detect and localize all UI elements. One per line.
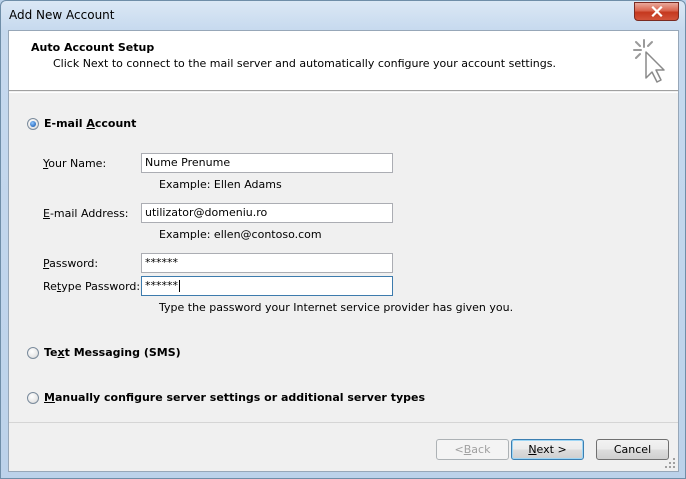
email-account-label: E-mail Account [44,117,137,130]
email-account-radio[interactable] [27,117,39,130]
retype-password-value: ****** [145,279,178,292]
text-messaging-label: Text Messaging (SMS) [44,346,181,359]
retype-password-input[interactable]: ****** [141,276,393,296]
resize-grip-icon[interactable] [664,457,676,469]
next-button[interactable]: Next > [511,439,584,460]
password-label: Password: [43,257,99,270]
cancel-button[interactable]: Cancel [596,439,669,460]
cursor-sparkle-icon [633,39,665,83]
email-address-input[interactable]: utilizator@domeniu.ro [141,203,393,223]
page-title: Auto Account Setup [31,41,155,54]
password-hint: Type the password your Internet service … [159,301,514,314]
page-subtitle: Click Next to connect to the mail server… [53,57,556,70]
manual-configure-option[interactable]: Manually configure server settings or ad… [27,391,425,404]
manual-configure-label: Manually configure server settings or ad… [44,391,425,404]
your-name-example: Example: Ellen Adams [159,178,282,191]
retype-password-label: Retype Password: [43,280,141,293]
dialog-client: Auto Account Setup Click Next to connect… [8,30,679,472]
email-account-option[interactable]: E-mail Account [27,117,136,130]
add-account-window: Add New Account Auto Account Setup Click… [0,0,686,479]
close-icon [650,6,663,17]
back-button[interactable]: < Back [436,439,509,460]
email-address-example: Example: ellen@contoso.com [159,228,322,241]
text-caret [179,280,180,292]
close-button[interactable] [634,2,679,21]
title-bar[interactable]: Add New Account [1,1,685,31]
manual-configure-radio[interactable] [27,391,39,404]
header-divider [9,92,678,93]
password-input[interactable]: ****** [141,253,393,273]
text-messaging-option[interactable]: Text Messaging (SMS) [27,346,181,359]
email-address-label: E-mail Address: [43,207,129,220]
header-panel: Auto Account Setup Click Next to connect… [9,31,678,91]
your-name-label: Your Name: [43,157,107,170]
window-title: Add New Account [9,8,115,22]
your-name-input[interactable]: Nume Prenume [141,153,393,173]
footer-divider [9,422,678,423]
text-messaging-radio[interactable] [27,346,39,359]
